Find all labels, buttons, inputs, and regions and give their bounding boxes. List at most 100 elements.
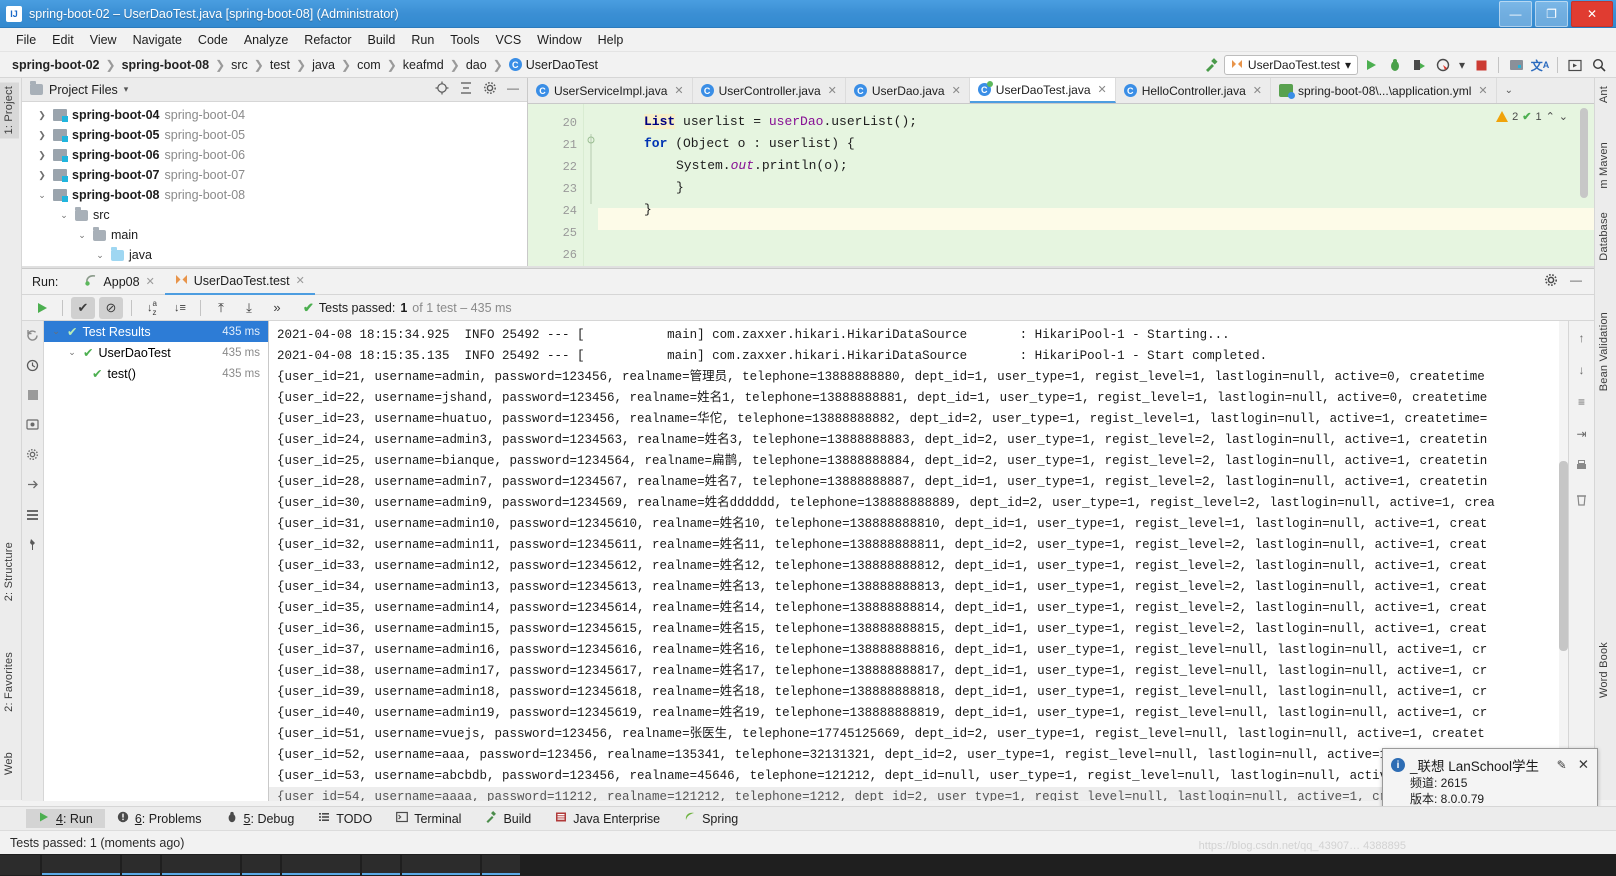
project-structure-icon[interactable]	[1505, 54, 1527, 76]
gear-icon[interactable]	[483, 81, 497, 98]
menu-item-navigate[interactable]: Navigate	[125, 31, 190, 49]
breadcrumb-dao[interactable]: dao	[466, 58, 487, 72]
expand-all-button[interactable]: ⤒	[209, 297, 233, 319]
breadcrumb-module[interactable]: spring-boot-08	[122, 58, 210, 72]
pin-icon[interactable]: ✎	[1557, 758, 1567, 772]
taskbar-start-button[interactable]	[0, 855, 40, 875]
chevron-right-icon[interactable]: ❯	[36, 170, 48, 181]
sidebar-item-favorites[interactable]: 2: Favorites	[0, 648, 19, 716]
scroll-up-icon[interactable]: ↑	[1579, 331, 1585, 345]
collapse-all-button[interactable]: ⤓	[237, 297, 261, 319]
close-icon[interactable]: ✕	[146, 275, 155, 288]
chevron-right-icon[interactable]: ❯	[36, 130, 48, 141]
inspection-widget[interactable]: 2 ✔ 1 ⌃ ⌄	[1496, 110, 1568, 123]
menu-item-help[interactable]: Help	[590, 31, 632, 49]
tool-button-debug[interactable]: 5: Debug	[214, 809, 307, 828]
chevron-down-icon[interactable]: ⌄	[76, 230, 88, 241]
next-highlight-icon[interactable]: ⌄	[1559, 110, 1568, 123]
editor-tab-user-dao-test[interactable]: C UserDaoTest.java ✕	[969, 78, 1116, 103]
menu-item-tools[interactable]: Tools	[442, 31, 487, 49]
print-icon[interactable]	[1575, 459, 1588, 475]
rerun-button[interactable]	[30, 297, 54, 319]
close-icon[interactable]: ✕	[952, 84, 961, 97]
rerun-failed-icon[interactable]	[26, 329, 39, 345]
build-hammer-icon[interactable]	[1200, 54, 1222, 76]
menu-item-edit[interactable]: Edit	[44, 31, 82, 49]
console-scrollbar-track[interactable]	[1559, 321, 1568, 801]
editor-tab-hello-controller[interactable]: C HelloController.java ✕	[1116, 78, 1271, 103]
tree-item-spring-boot-08[interactable]: ⌄ spring-boot-08 spring-boot-08	[22, 185, 527, 205]
hide-panel-icon[interactable]: —	[1570, 273, 1582, 290]
taskbar-item[interactable]	[122, 855, 160, 875]
tool-button-todo[interactable]: TODO	[306, 809, 384, 828]
code-editor[interactable]: 20 21 22 23 24 25 26 List userlist = use…	[528, 104, 1594, 268]
chevron-down-icon[interactable]: ⌄	[94, 250, 106, 261]
menu-item-build[interactable]: Build	[360, 31, 404, 49]
editor-scrollbar[interactable]	[1580, 108, 1588, 198]
tool-button-problems[interactable]: 6: Problems	[105, 809, 214, 828]
chevron-down-icon[interactable]: ⌄	[66, 347, 78, 358]
hide-panel-icon[interactable]: —	[507, 81, 519, 98]
breadcrumb-src[interactable]: src	[231, 58, 248, 72]
pin-icon[interactable]	[26, 538, 39, 554]
sidebar-item-web[interactable]: Web	[0, 748, 19, 779]
run-configuration-selector[interactable]: UserDaoTest.test ▾	[1223, 55, 1358, 75]
tool-button-terminal[interactable]: Terminal	[384, 809, 473, 828]
minimize-button[interactable]: —	[1499, 1, 1532, 27]
gear-icon[interactable]	[1544, 273, 1558, 290]
menu-item-vcs[interactable]: VCS	[487, 31, 529, 49]
sidebar-item-ant[interactable]: Ant	[1594, 82, 1614, 107]
maximize-button[interactable]: ❐	[1535, 1, 1568, 27]
console-scrollbar-thumb[interactable]	[1559, 461, 1568, 651]
import-icon[interactable]	[26, 478, 39, 494]
more-options-button[interactable]: »	[265, 297, 289, 319]
close-icon[interactable]: ✕	[674, 84, 683, 97]
chevron-right-icon[interactable]: ❯	[36, 150, 48, 161]
menu-item-view[interactable]: View	[82, 31, 125, 49]
menu-item-window[interactable]: Window	[529, 31, 589, 49]
menu-item-refactor[interactable]: Refactor	[296, 31, 359, 49]
locate-icon[interactable]	[435, 81, 449, 98]
chevron-down-icon[interactable]: ⌄	[50, 326, 62, 337]
scroll-to-end-icon[interactable]: ⇥	[1576, 427, 1586, 441]
tool-button-java-enterprise[interactable]: Java Enterprise	[543, 809, 672, 828]
chevron-down-icon[interactable]: ▾	[124, 84, 129, 95]
tree-item-spring-boot-06[interactable]: ❯ spring-boot-06 spring-boot-06	[22, 145, 527, 165]
editor-tab-user-service-impl[interactable]: C UserServiceImpl.java ✕	[528, 78, 693, 103]
menu-item-analyze[interactable]: Analyze	[236, 31, 296, 49]
tree-item-spring-boot-05[interactable]: ❯ spring-boot-05 spring-boot-05	[22, 125, 527, 145]
editor-tab-user-controller[interactable]: C UserController.java ✕	[693, 78, 846, 103]
close-button[interactable]: ✕	[1571, 1, 1613, 27]
settings-icon[interactable]	[26, 448, 39, 464]
translate-icon[interactable]: 文A	[1529, 54, 1551, 76]
breadcrumb-java[interactable]: java	[312, 58, 335, 72]
close-icon[interactable]: ✕	[1253, 84, 1262, 97]
chevron-down-icon[interactable]: ⌄	[58, 210, 70, 221]
soft-wrap-icon[interactable]: ≡	[1578, 395, 1585, 409]
sort-by-duration-button[interactable]: ↓≡	[168, 297, 192, 319]
breadcrumb-test[interactable]: test	[270, 58, 290, 72]
show-ignored-toggle[interactable]: ⊘	[99, 296, 123, 319]
sidebar-item-maven[interactable]: m Maven	[1594, 138, 1614, 193]
test-tree-item-test-method[interactable]: ✔ test() 435 ms	[44, 363, 268, 384]
editor-tab-application-yml[interactable]: spring-boot-08\...\application.yml ✕	[1271, 78, 1497, 103]
search-everywhere-icon[interactable]	[1588, 54, 1610, 76]
prev-highlight-icon[interactable]: ⌃	[1546, 110, 1555, 123]
clear-all-icon[interactable]	[1575, 493, 1588, 509]
tree-item-src[interactable]: ⌄ src	[22, 205, 527, 225]
tool-button-run[interactable]: 4: Run	[26, 809, 105, 828]
tree-item-java[interactable]: ⌄ java	[22, 245, 527, 265]
close-icon[interactable]: ✕	[1098, 83, 1107, 96]
run-button-icon[interactable]	[1360, 54, 1382, 76]
editor-tab-overflow-button[interactable]: ⌄	[1497, 78, 1521, 103]
profile-dropdown-icon[interactable]: ▾	[1456, 54, 1468, 76]
editor-tab-user-dao[interactable]: C UserDao.java ✕	[846, 78, 970, 103]
stop-icon[interactable]	[27, 389, 39, 404]
editor-fold-gutter[interactable]	[584, 104, 598, 268]
tree-item-main[interactable]: ⌄ main	[22, 225, 527, 245]
tree-item-spring-boot-04[interactable]: ❯ spring-boot-04 spring-boot-04	[22, 105, 527, 125]
taskbar-item[interactable]	[242, 855, 280, 875]
breadcrumb-project[interactable]: spring-boot-02	[12, 58, 100, 72]
show-passed-toggle[interactable]: ✔	[71, 296, 95, 319]
breadcrumb-class[interactable]: C UserDaoTest	[508, 58, 598, 72]
